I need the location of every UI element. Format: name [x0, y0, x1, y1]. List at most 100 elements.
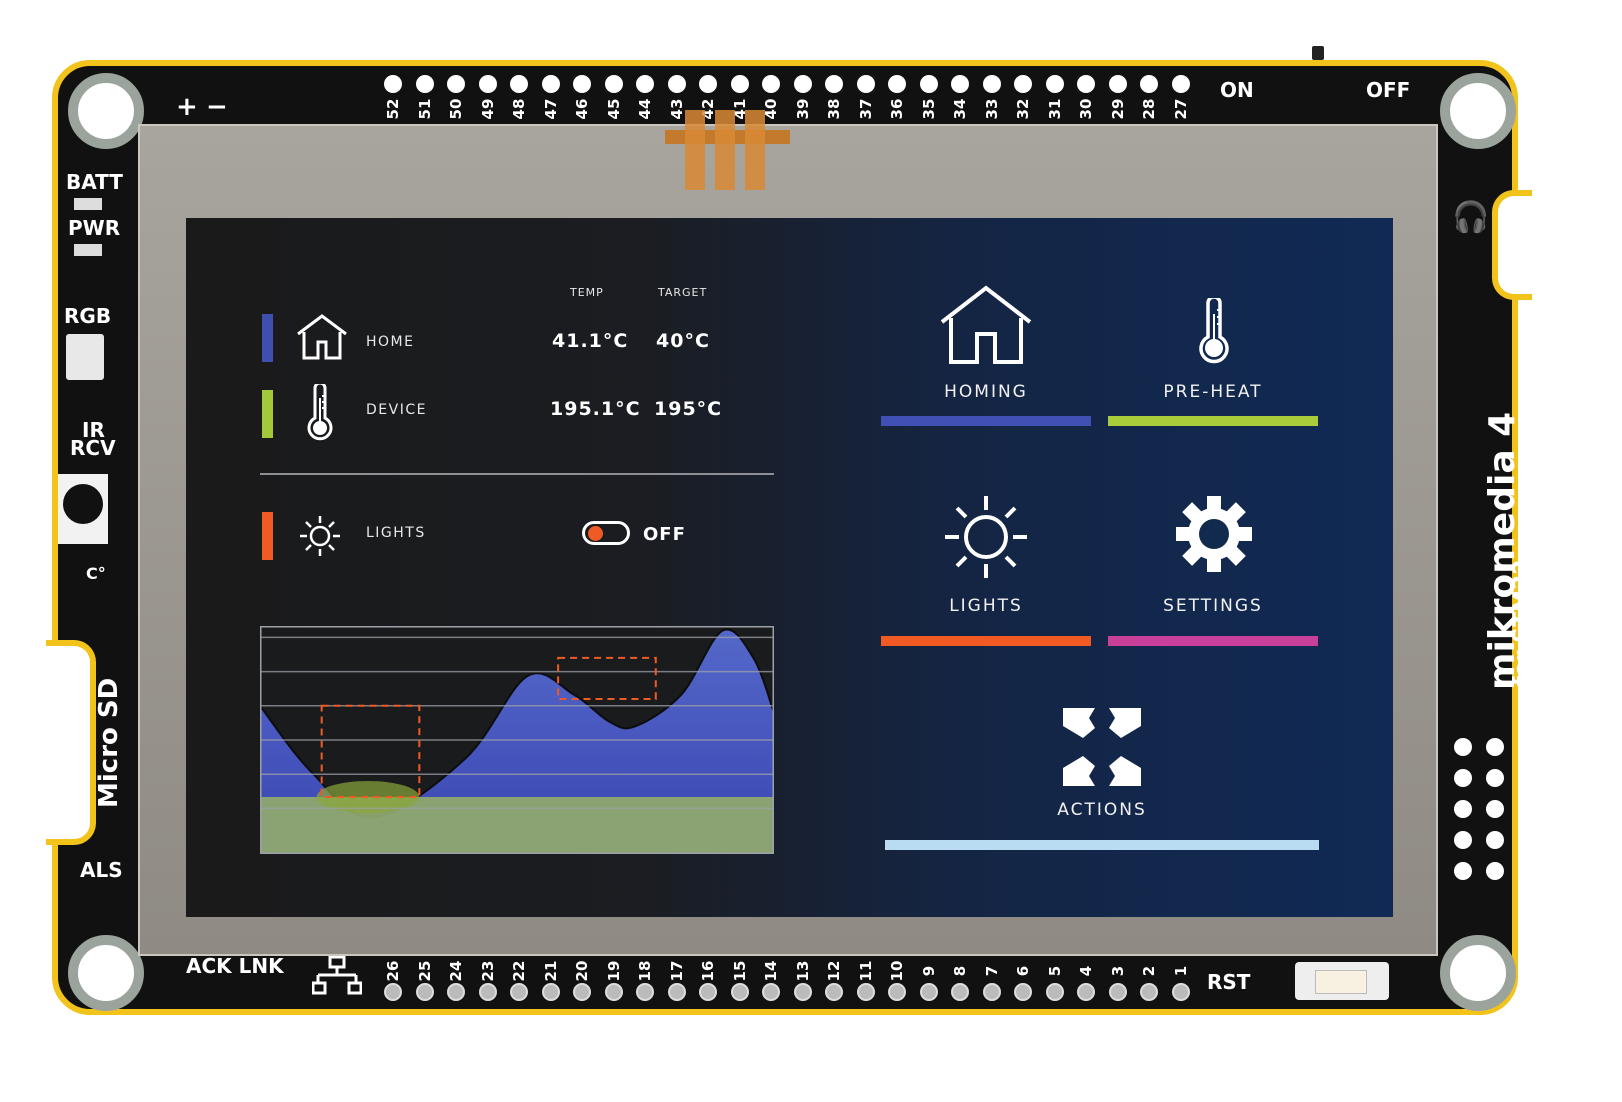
rcv-label: RCV [70, 436, 116, 460]
header-pin [541, 75, 560, 93]
temperature-chart [260, 626, 774, 854]
lights-toggle-state: OFF [643, 524, 686, 545]
header-pin-label: 45 [604, 98, 623, 120]
header-pin-label: 10 [888, 960, 906, 982]
header-pin-label: 47 [541, 98, 560, 120]
batt-label: BATT [66, 170, 123, 194]
header-pin [1454, 738, 1472, 756]
reset-label: RST [1207, 970, 1251, 994]
header-pin [1454, 862, 1472, 880]
header-pin [573, 75, 591, 93]
header-pin [888, 75, 906, 93]
header-pin-label: 29 [1108, 98, 1127, 120]
tile-lights[interactable]: LIGHTS [881, 488, 1091, 648]
header-pin [415, 983, 434, 1001]
header-pin-label: 31 [1045, 98, 1064, 120]
header-pin [604, 983, 623, 1001]
header-pin [604, 75, 623, 93]
header-pin-label: 30 [1077, 98, 1095, 120]
header-pin-label: 33 [982, 98, 1001, 120]
header-pin-label: 27 [1171, 98, 1190, 120]
header-pin [636, 983, 654, 1001]
mounting-hole [68, 73, 144, 149]
header-pin [1486, 769, 1504, 787]
thermometer-icon [1198, 295, 1230, 368]
header-pin-label: 24 [447, 960, 465, 982]
header-pin [982, 983, 1001, 1001]
header-pin [636, 75, 654, 93]
header-pin-label: 9 [919, 965, 938, 977]
power-switch[interactable] [1312, 46, 1324, 60]
mounting-hole [68, 935, 144, 1011]
header-pin [1140, 75, 1158, 93]
header-pin-label: 26 [384, 960, 402, 982]
header-pin-label: 16 [699, 960, 717, 982]
reset-button[interactable] [1295, 962, 1389, 1000]
header-pin [793, 75, 812, 93]
home-color-bar [262, 314, 273, 362]
header-pin [384, 75, 402, 93]
pwr-led [74, 244, 102, 256]
header-pin-label: 21 [541, 960, 560, 982]
header-pin-label: 44 [636, 98, 654, 120]
tile-pre-heat-bar [1108, 416, 1318, 426]
header-pin-label: 12 [825, 960, 843, 982]
header-pin [1486, 862, 1504, 880]
header-pin [447, 75, 465, 93]
temp-header: TEMP [570, 286, 604, 299]
lcd-screen: TEMP TARGET HOME 41.1°C 40°C DEVICE 195.… [186, 218, 1393, 917]
header-pin [1486, 738, 1504, 756]
header-pin [667, 983, 686, 1001]
header-pin-label: 11 [856, 960, 875, 982]
tile-actions-bar [885, 840, 1319, 850]
microsd-label: Micro SD [94, 677, 124, 808]
device-row-label: DEVICE [366, 402, 427, 418]
header-pin [541, 983, 560, 1001]
header-pin-label: 6 [1014, 965, 1032, 977]
header-pin [1171, 75, 1190, 93]
lights-row-label: LIGHTS [366, 525, 426, 541]
header-pin-label: 51 [415, 98, 434, 120]
device-temp-value: 195.1°C [550, 398, 641, 420]
header-pin [919, 75, 938, 93]
header-pin-label: 37 [856, 98, 875, 120]
mounting-hole [1440, 935, 1516, 1011]
header-pin-label: 8 [951, 965, 969, 977]
tile-actions[interactable]: ACTIONS [885, 704, 1319, 854]
header-pin [762, 75, 780, 93]
header-pin-label: 50 [447, 98, 465, 120]
header-pin [1045, 75, 1064, 93]
header-pin [1045, 983, 1064, 1001]
sun-icon [298, 514, 342, 562]
lights-toggle[interactable] [582, 521, 630, 545]
pwr-label: PWR [68, 216, 121, 240]
header-pin [1108, 983, 1127, 1001]
tile-pre-heat[interactable]: PRE-HEAT [1108, 278, 1318, 428]
header-pin [1454, 831, 1472, 849]
ack-lnk-label: ACK LNK [186, 954, 284, 978]
header-pin [447, 983, 465, 1001]
header-pin [667, 75, 686, 93]
tile-settings-bar [1108, 636, 1318, 646]
header-pin [415, 75, 434, 93]
header-pin [1454, 800, 1472, 818]
supply-plus: + [176, 92, 198, 122]
toggle-knob [588, 526, 603, 541]
lights-color-bar [262, 512, 273, 560]
tile-homing-bar [881, 416, 1091, 426]
header-pin-label: 38 [825, 98, 843, 120]
header-pin-label: 1 [1171, 965, 1190, 977]
header-pin-label: 52 [384, 98, 402, 120]
tile-settings[interactable]: SETTINGS [1108, 488, 1318, 648]
header-pin [1014, 983, 1032, 1001]
brand-subtitle-text: for STM32 [1510, 559, 1535, 686]
header-pin [888, 983, 906, 1001]
header-pin [1454, 769, 1472, 787]
rgb-led [66, 334, 104, 380]
header-pin [762, 983, 780, 1001]
header-pin-label: 49 [478, 98, 497, 120]
header-pin [951, 983, 969, 1001]
home-target-value: 40°C [656, 330, 710, 352]
tile-homing[interactable]: HOMING [881, 278, 1091, 428]
header-pin [730, 75, 749, 93]
